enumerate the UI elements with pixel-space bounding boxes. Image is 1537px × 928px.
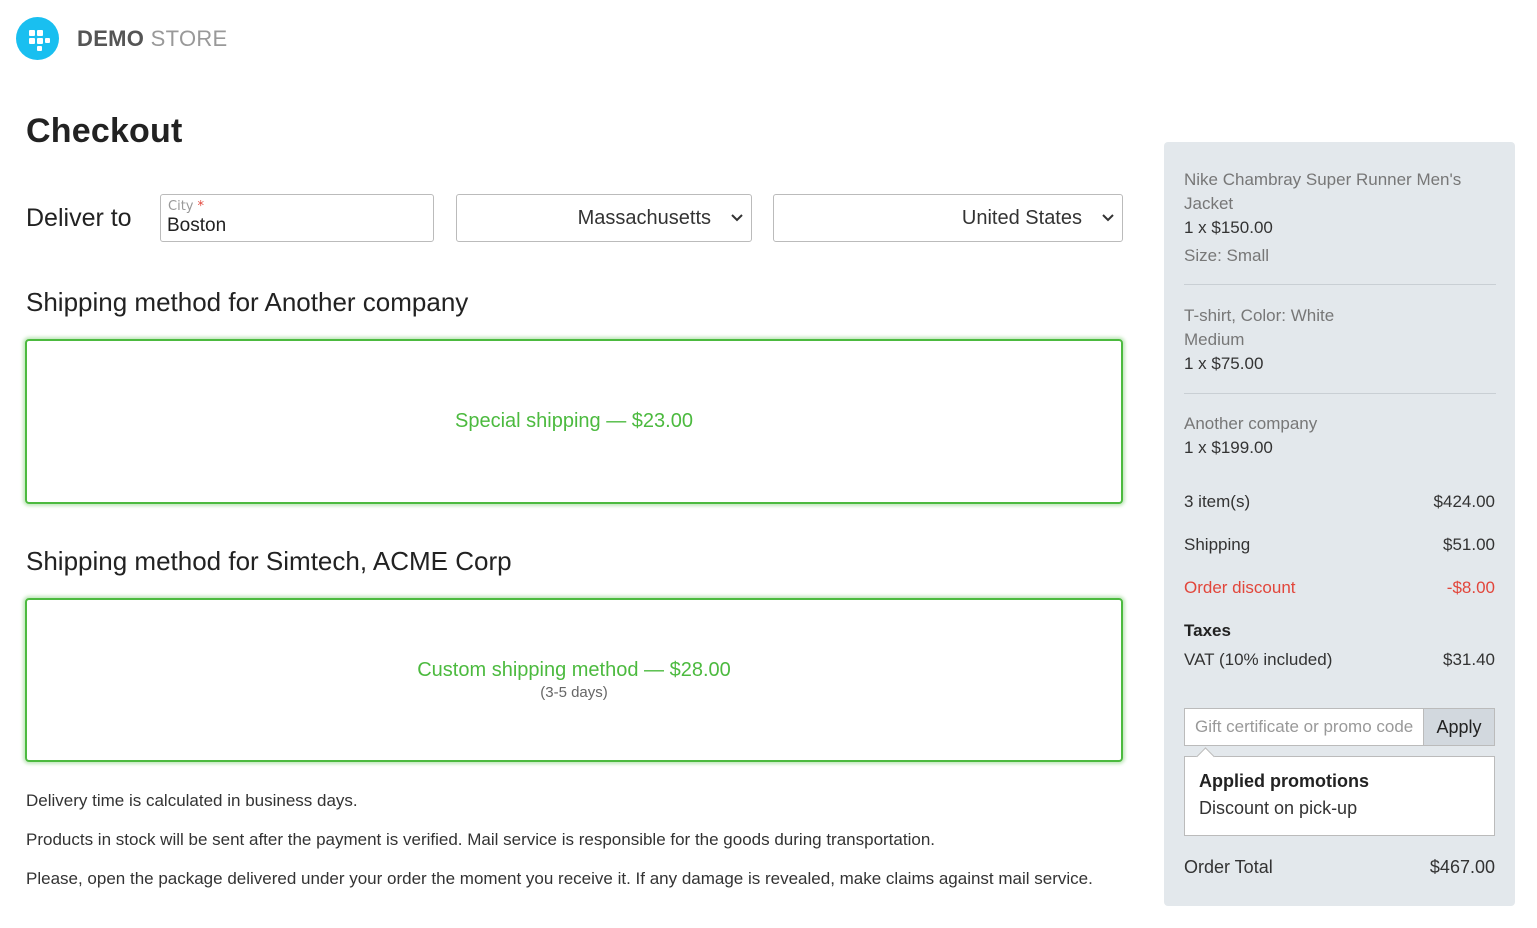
product-qty-price: 1 x $75.00 (1184, 354, 1264, 373)
discount-row: Order discount -$8.00 (1184, 578, 1495, 598)
delivery-note: Products in stock will be sent after the… (26, 830, 935, 849)
shipping-option-custom[interactable]: Custom shipping method — $28.00 (3-5 day… (25, 598, 1123, 762)
country-select-value: United States (961, 206, 1082, 229)
city-label-text: City (168, 199, 194, 214)
product-option: Size: Small (1184, 246, 1270, 265)
applied-promotions-title: Applied promotions (1199, 771, 1369, 791)
required-marker: * (197, 199, 204, 214)
logo-text-light: STORE (150, 25, 228, 51)
state-select[interactable]: Massachusetts (456, 194, 752, 242)
apply-promo-button[interactable]: Apply (1423, 708, 1495, 746)
chevron-down-icon (731, 214, 743, 222)
product-item: T-shirt, Color: White Medium 1 x $75.00 (1184, 304, 1495, 376)
vat-value: $31.40 (1443, 650, 1495, 669)
shipping-section-title: Shipping method for Simtech, ACME Corp (26, 546, 512, 576)
order-total-label: Order Total (1184, 857, 1273, 877)
delivery-note: Delivery time is calculated in business … (26, 791, 358, 810)
product-option: Medium (1184, 330, 1245, 349)
state-select-value: Massachusetts (577, 206, 711, 229)
shipping-option-note: (3-5 days) (540, 684, 608, 701)
order-summary-panel: Nike Chambray Super Runner Men's Jacket … (1164, 142, 1515, 906)
discount-value: -$8.00 (1446, 578, 1495, 597)
subtotal-row: 3 item(s) $424.00 (1184, 492, 1495, 512)
order-total-row: Order Total $467.00 (1184, 857, 1495, 878)
country-select[interactable]: United States (773, 194, 1123, 242)
discount-label: Order discount (1184, 578, 1296, 597)
shipping-option-label: Special shipping — $23.00 (455, 410, 693, 432)
shipping-row: Shipping $51.00 (1184, 535, 1495, 555)
delivery-note: Please, open the package delivered under… (26, 869, 1093, 888)
tooltip-arrow (1196, 747, 1215, 766)
shipping-value: $51.00 (1443, 535, 1495, 554)
vat-row: VAT (10% included) $31.40 (1184, 650, 1495, 670)
product-qty-price: 1 x $150.00 (1184, 218, 1273, 237)
logo-icon (16, 17, 59, 60)
product-name[interactable]: Another company (1184, 412, 1495, 436)
shipping-option-special[interactable]: Special shipping — $23.00 (25, 339, 1123, 504)
page-title: Checkout (26, 112, 183, 150)
shipping-section-title: Shipping method for Another company (26, 287, 469, 317)
divider (1184, 284, 1496, 285)
vat-label: VAT (10% included) (1184, 650, 1333, 669)
shipping-label: Shipping (1184, 535, 1251, 554)
city-field[interactable]: City * (160, 194, 434, 242)
product-name[interactable]: T-shirt, Color: White (1184, 304, 1495, 328)
product-name[interactable]: Nike Chambray Super Runner Men's Jacket (1184, 168, 1495, 216)
order-total-value: $467.00 (1429, 857, 1495, 877)
city-input[interactable] (167, 215, 427, 237)
chevron-down-icon (1102, 214, 1114, 222)
applied-promotion-item: Discount on pick-up (1199, 798, 1358, 818)
subtotal-label: 3 item(s) (1184, 492, 1251, 511)
deliver-to-label: Deliver to (26, 204, 132, 232)
product-item: Another company 1 x $199.00 (1184, 412, 1495, 460)
shipping-option-label: Custom shipping method — $28.00 (417, 659, 731, 681)
divider (1184, 393, 1496, 394)
city-field-label: City * (168, 199, 204, 214)
product-item: Nike Chambray Super Runner Men's Jacket … (1184, 168, 1495, 268)
promo-code-input[interactable]: Gift certificate or promo code (1184, 708, 1423, 746)
logo-text-bold: DEMO (77, 25, 145, 51)
product-qty-price: 1 x $199.00 (1184, 438, 1273, 457)
taxes-heading: Taxes (1184, 621, 1231, 640)
logo-text: DEMO STORE (77, 26, 228, 52)
store-logo[interactable]: DEMO STORE (16, 17, 228, 60)
subtotal-value: $424.00 (1433, 492, 1495, 511)
applied-promotions-box: Applied promotions Discount on pick-up (1184, 747, 1495, 836)
